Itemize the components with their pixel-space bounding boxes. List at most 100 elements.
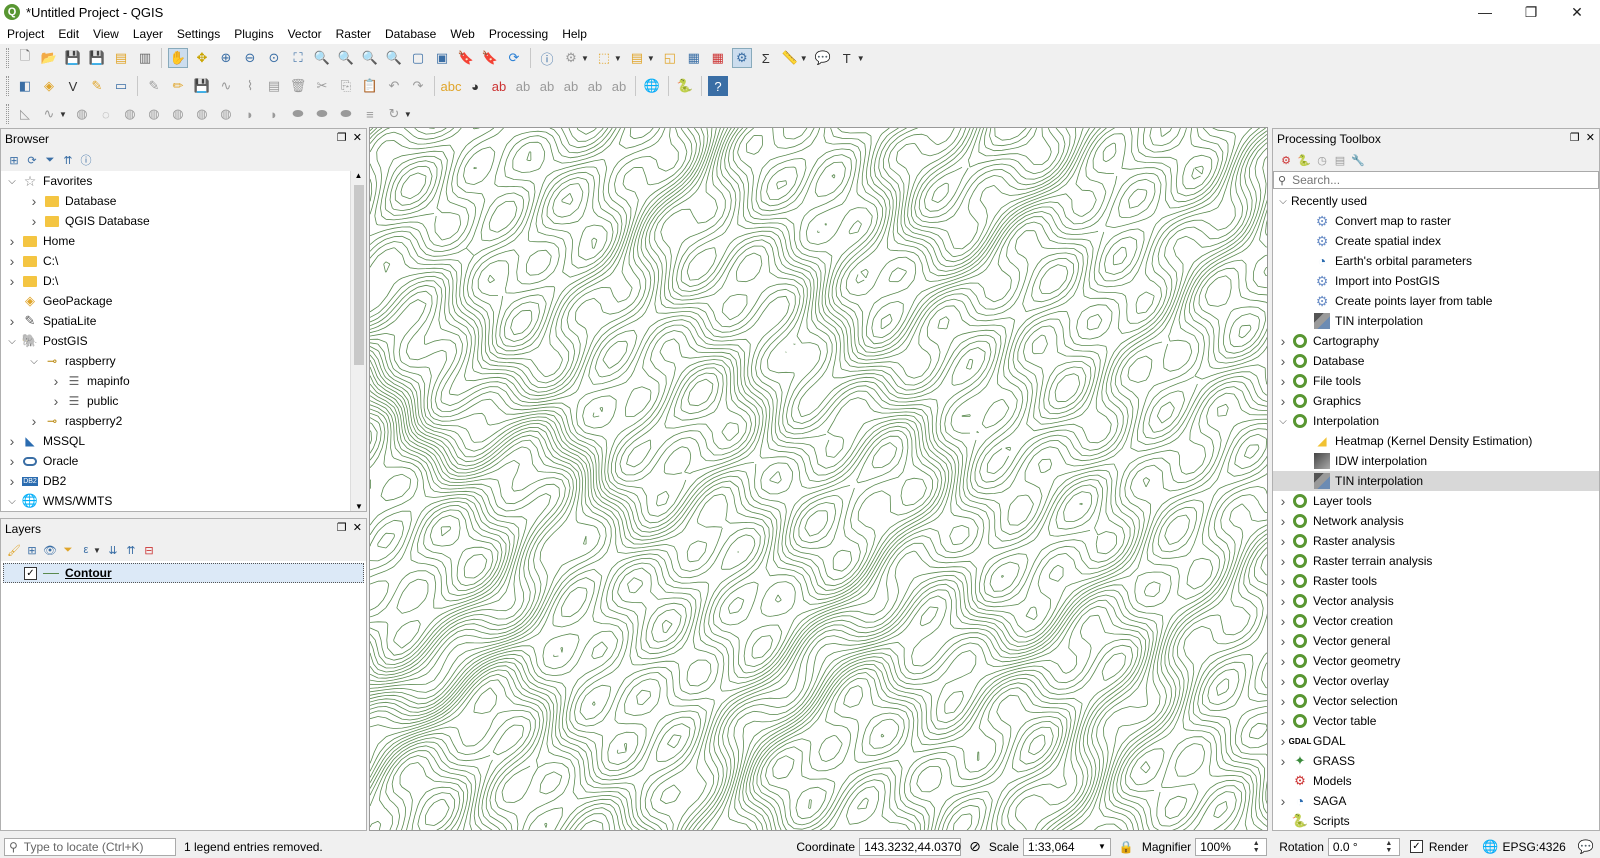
toolbox-item[interactable]: › Raster tools — [1273, 571, 1599, 591]
menu-database[interactable]: Database — [378, 27, 443, 41]
statistics-panel-icon[interactable]: ▦ — [708, 48, 728, 68]
geoserver-icon[interactable]: 🌐 — [642, 76, 662, 96]
reverse-line-icon[interactable]: ↻ — [384, 104, 404, 124]
scale-combo[interactable]: 1:33,064 ▼ — [1022, 837, 1111, 856]
reshape-icon[interactable]: ◍ — [192, 104, 212, 124]
toolbox-item[interactable]: ◢ Heatmap (Kernel Density Estimation) — [1273, 431, 1599, 451]
python-console-icon[interactable]: 🐍 — [675, 76, 695, 96]
toggle-editing-icon[interactable]: ✏ — [168, 76, 188, 96]
show-bookmarks-icon[interactable]: 🔖 — [456, 48, 476, 68]
zoom-out-icon[interactable]: ⊖ — [240, 48, 260, 68]
expand-all-icon[interactable]: ⇊ — [105, 542, 121, 558]
chevron-right-icon[interactable]: › — [3, 253, 21, 269]
properties-icon[interactable]: ⓘ — [78, 152, 94, 168]
rotate-label-icon[interactable]: ab — [585, 76, 605, 96]
chevron-right-icon[interactable]: › — [1275, 573, 1291, 589]
restore-button[interactable]: ❐ — [1508, 0, 1554, 24]
chevron-right-icon[interactable]: › — [1275, 593, 1291, 609]
chevron-right-icon[interactable]: › — [3, 233, 21, 249]
menu-processing[interactable]: Processing — [482, 27, 555, 41]
diagram-icon[interactable]: ◕ — [465, 76, 485, 96]
toolbox-item[interactable]: ⚙ Convert map to raster — [1273, 211, 1599, 231]
close-panel-icon[interactable]: ✕ — [353, 521, 362, 534]
toolbar-grip[interactable] — [6, 104, 9, 124]
chevron-right-icon[interactable]: › — [3, 433, 21, 449]
delete-part-icon[interactable]: ◍ — [168, 104, 188, 124]
add-ring-icon[interactable]: ◍ — [72, 104, 92, 124]
toolbox-item[interactable]: ◔ Earth's orbital parameters — [1273, 251, 1599, 271]
measure-icon[interactable]: 📏 — [780, 48, 800, 68]
close-panel-icon[interactable]: ✕ — [353, 131, 362, 144]
chevron-right-icon[interactable]: › — [1275, 553, 1291, 569]
toolbox-item[interactable]: › ◔ SAGA — [1273, 791, 1599, 811]
chevron-down-icon[interactable]: ⌵ — [1275, 196, 1291, 207]
align-icon[interactable]: ≡ — [360, 104, 380, 124]
toolbox-item[interactable]: › GDAL GDAL — [1273, 731, 1599, 751]
move-label-icon[interactable]: ab — [561, 76, 581, 96]
toolbox-item[interactable]: › File tools — [1273, 371, 1599, 391]
menu-edit[interactable]: Edit — [51, 27, 86, 41]
scripts-icon[interactable]: 🐍 — [1296, 152, 1312, 168]
chevron-down-icon[interactable]: ▼ — [614, 54, 622, 63]
offset-curve-icon[interactable]: ◍ — [216, 104, 236, 124]
split-features-icon[interactable]: ◗ — [240, 104, 260, 124]
chevron-right-icon[interactable]: › — [3, 313, 21, 329]
browser-item[interactable]: › Database — [1, 191, 350, 211]
layer-row-contour[interactable]: ✓ Contour — [3, 563, 364, 583]
float-panel-icon[interactable]: ❐ — [337, 521, 347, 534]
menu-settings[interactable]: Settings — [170, 27, 227, 41]
browser-item[interactable]: ⌵ ⊸ raspberry — [1, 351, 350, 371]
minimize-button[interactable]: — — [1462, 0, 1508, 24]
menu-web[interactable]: Web — [443, 27, 481, 41]
menu-help[interactable]: Help — [555, 27, 594, 41]
toolbox-item[interactable]: › Network analysis — [1273, 511, 1599, 531]
toolbox-item[interactable]: ⚙ Create spatial index — [1273, 231, 1599, 251]
toolbox-item[interactable]: 🐍 Scripts — [1273, 811, 1599, 830]
browser-item[interactable]: ◈ GeoPackage — [1, 291, 350, 311]
save-edits-icon[interactable]: 💾 — [192, 76, 212, 96]
redo-icon[interactable]: ↷ — [408, 76, 428, 96]
browser-item[interactable]: › ✎ SpatiaLite — [1, 311, 350, 331]
new-print-layout-icon[interactable]: ▤ — [111, 48, 131, 68]
new-geopackage-icon[interactable]: ◈ — [39, 76, 59, 96]
refresh-icon[interactable]: ⟳ — [504, 48, 524, 68]
history-icon[interactable]: ◷ — [1314, 152, 1330, 168]
chevron-right-icon[interactable]: › — [1275, 373, 1291, 389]
new-spatialite-icon[interactable]: ✎ — [87, 76, 107, 96]
pan-icon[interactable]: ✋ — [168, 48, 188, 68]
chevron-right-icon[interactable]: › — [1275, 693, 1291, 709]
chevron-right-icon[interactable]: › — [3, 473, 21, 489]
zoom-next-icon[interactable]: 🔍 — [384, 48, 404, 68]
add-group-icon[interactable]: ⊞ — [24, 542, 40, 558]
toolbox-item[interactable]: › Vector overlay — [1273, 671, 1599, 691]
chevron-down-icon[interactable]: ⌵ — [3, 176, 21, 187]
chevron-right-icon[interactable]: › — [3, 453, 21, 469]
zoom-full-icon[interactable]: ⛶ — [288, 48, 308, 68]
browser-scrollbar[interactable]: ▲ ▼ — [350, 171, 366, 511]
copy-features-icon[interactable]: ⎘ — [336, 76, 356, 96]
processing-toolbox-icon[interactable]: ⚙ — [731, 48, 752, 68]
chevron-right-icon[interactable]: › — [1275, 613, 1291, 629]
select-features-icon[interactable]: ⬚ — [594, 48, 614, 68]
locator-input[interactable]: ⚲ Type to locate (Ctrl+K) — [4, 837, 176, 856]
fill-ring-icon[interactable]: ◍ — [120, 104, 140, 124]
add-layer-icon[interactable]: ⊞ — [6, 152, 22, 168]
spinner-arrows-icon[interactable]: ▲ ▼ — [1383, 840, 1395, 854]
zoom-in-icon[interactable]: ⊕ — [216, 48, 236, 68]
render-checkbox[interactable]: ✓ — [1409, 840, 1423, 853]
chevron-right-icon[interactable]: › — [1275, 393, 1291, 409]
menu-layer[interactable]: Layer — [126, 27, 170, 41]
chevron-right-icon[interactable]: › — [1275, 653, 1291, 669]
toolbox-search-input[interactable] — [1292, 173, 1573, 187]
chevron-down-icon[interactable]: ▼ — [581, 54, 589, 63]
add-feature-icon[interactable]: ∿ — [216, 76, 236, 96]
add-part-icon[interactable]: ◌ — [96, 104, 116, 124]
browser-item[interactable]: ⌵ 🐘 PostGIS — [1, 331, 350, 351]
toolbox-search[interactable]: ⚲ — [1273, 171, 1599, 189]
toolbox-item[interactable]: ⌵ Recently used — [1273, 191, 1599, 211]
toolbox-item[interactable]: ⚙ Models — [1273, 771, 1599, 791]
chevron-right-icon[interactable]: › — [1275, 333, 1291, 349]
map-tips-icon[interactable]: 💬 — [813, 48, 833, 68]
toolbox-item[interactable]: › Layer tools — [1273, 491, 1599, 511]
chevron-right-icon[interactable]: › — [3, 273, 21, 289]
